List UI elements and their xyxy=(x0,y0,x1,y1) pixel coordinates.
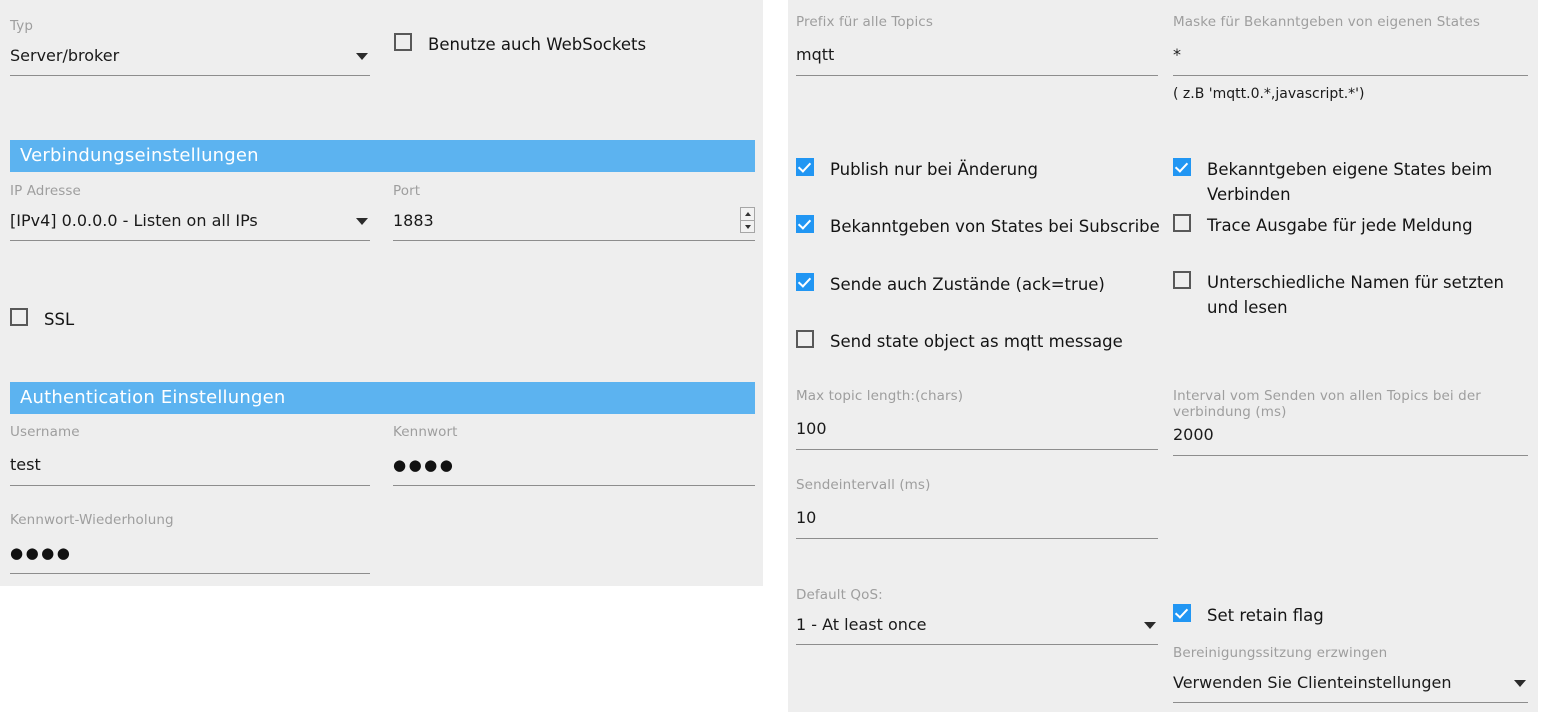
port-stepper-down[interactable] xyxy=(741,221,754,233)
password-repeat-underline xyxy=(10,573,370,574)
checkbox-use-websockets[interactable]: Benutze auch WebSockets xyxy=(394,32,724,57)
topic-prefix-input[interactable]: Prefix für alle Topics mqtt xyxy=(796,14,1158,76)
ip-address-underline xyxy=(10,240,370,241)
checkbox-send-state-object[interactable]: Send state object as mqtt message xyxy=(796,329,1156,354)
checkbox-label-publish-own-states-on-connect: Bekanntgeben eigene States beim Verbinde… xyxy=(1207,160,1493,204)
connect-send-interval-label: Interval vom Senden von allen Topics bei… xyxy=(1173,388,1481,420)
states-mask-hint: ( z.B 'mqtt.0.*,javascript.*') xyxy=(1173,86,1365,102)
checkbox-box-publish-states-on-subscribe[interactable] xyxy=(796,215,814,233)
states-mask-input[interactable]: Maske für Bekanntgeben von eigenen State… xyxy=(1173,14,1538,103)
checkbox-box-use-websockets[interactable] xyxy=(394,33,412,51)
password-repeat-input[interactable]: Kennwort-Wiederholung ●●●● xyxy=(10,512,370,574)
topic-prefix-underline xyxy=(796,75,1158,76)
max-topic-length-value: 100 xyxy=(796,419,827,438)
left-settings-panel: Typ Server/broker Benutze auch WebSocket… xyxy=(0,0,763,586)
max-topic-length-underline xyxy=(796,449,1158,450)
checkbox-trace-output[interactable]: Trace Ausgabe für jede Meldung xyxy=(1173,213,1533,238)
port-value: 1883 xyxy=(393,211,434,230)
type-select-label: Typ xyxy=(10,18,34,34)
checkbox-publish-on-change[interactable]: Publish nur bei Änderung xyxy=(796,157,1156,182)
default-qos-select[interactable]: Default QoS: 1 - At least once xyxy=(796,587,1158,645)
clean-session-value: Verwenden Sie Clienteinstellungen xyxy=(1173,673,1452,692)
default-qos-underline xyxy=(796,644,1158,645)
checkbox-label-send-state-object: Send state object as mqtt message xyxy=(830,332,1123,351)
checkbox-box-ssl[interactable] xyxy=(10,308,28,326)
type-select-value: Server/broker xyxy=(10,46,120,65)
port-label: Port xyxy=(393,183,421,199)
username-label: Username xyxy=(10,424,80,440)
chevron-down-icon[interactable] xyxy=(1514,680,1526,687)
checkbox-label-trace-output: Trace Ausgabe für jede Meldung xyxy=(1207,216,1473,235)
checkbox-box-different-names[interactable] xyxy=(1173,271,1191,289)
settings-page: Typ Server/broker Benutze auch WebSocket… xyxy=(0,0,1546,712)
checkbox-label-publish-on-change: Publish nur bei Änderung xyxy=(830,160,1038,179)
topic-prefix-label: Prefix für alle Topics xyxy=(796,14,933,30)
checkbox-box-publish-on-change[interactable] xyxy=(796,158,814,176)
checkbox-different-names[interactable]: Unterschiedliche Namen für setzten und l… xyxy=(1173,270,1538,320)
port-input[interactable]: Port 1883 xyxy=(393,183,755,241)
checkbox-label-set-retain-flag: Set retain flag xyxy=(1207,606,1324,625)
topic-prefix-value: mqtt xyxy=(796,45,835,64)
chevron-down-icon[interactable] xyxy=(1144,622,1156,629)
password-input[interactable]: Kennwort ●●●● xyxy=(393,424,755,486)
clean-session-select[interactable]: Bereinigungssitzung erzwingen Verwenden … xyxy=(1173,645,1538,703)
checkbox-publish-states-on-subscribe[interactable]: Bekanntgeben von States bei Subscribe xyxy=(796,214,1160,239)
checkbox-label-send-ack-states: Sende auch Zustände (ack=true) xyxy=(830,275,1105,294)
checkbox-publish-own-states-on-connect[interactable]: Bekanntgeben eigene States beim Verbinde… xyxy=(1173,157,1533,207)
type-select[interactable]: Typ Server/broker xyxy=(10,18,370,76)
password-underline xyxy=(393,485,755,486)
port-underline xyxy=(393,240,755,241)
port-stepper-up[interactable] xyxy=(741,208,754,221)
states-mask-underline xyxy=(1173,75,1528,76)
ip-address-select[interactable]: IP Adresse [IPv4] 0.0.0.0 - Listen on al… xyxy=(10,183,370,241)
password-label: Kennwort xyxy=(393,424,458,440)
checkbox-box-send-state-object[interactable] xyxy=(796,330,814,348)
username-input[interactable]: Username test xyxy=(10,424,370,486)
checkbox-send-ack-states[interactable]: Sende auch Zustände (ack=true) xyxy=(796,272,1156,297)
max-topic-length-input[interactable]: Max topic length:(chars) 100 xyxy=(796,388,1158,450)
checkbox-box-set-retain-flag[interactable] xyxy=(1173,604,1191,622)
caret-up-icon xyxy=(744,212,751,216)
checkbox-label-ssl: SSL xyxy=(44,310,75,329)
checkbox-set-retain-flag[interactable]: Set retain flag xyxy=(1173,603,1533,628)
checkbox-label-different-names: Unterschiedliche Namen für setzten und l… xyxy=(1207,273,1504,317)
password-repeat-label: Kennwort-Wiederholung xyxy=(10,512,174,528)
send-interval-label: Sendeintervall (ms) xyxy=(796,477,931,493)
default-qos-label: Default QoS: xyxy=(796,587,883,603)
connect-send-interval-underline xyxy=(1173,455,1528,456)
ip-address-value: [IPv4] 0.0.0.0 - Listen on all IPs xyxy=(10,211,258,230)
max-topic-length-label: Max topic length:(chars) xyxy=(796,388,964,404)
checkbox-label-publish-states-on-subscribe: Bekanntgeben von States bei Subscribe xyxy=(830,217,1160,236)
checkbox-label-use-websockets: Benutze auch WebSockets xyxy=(428,35,647,54)
username-value: test xyxy=(10,455,41,474)
checkbox-box-send-ack-states[interactable] xyxy=(796,273,814,291)
checkbox-box-trace-output[interactable] xyxy=(1173,214,1191,232)
send-interval-underline xyxy=(796,538,1158,539)
right-settings-panel: Prefix für alle Topics mqtt Maske für Be… xyxy=(788,0,1538,712)
caret-down-icon xyxy=(744,225,751,229)
connect-send-interval-value: 2000 xyxy=(1173,425,1214,444)
clean-session-label: Bereinigungssitzung erzwingen xyxy=(1173,645,1388,661)
password-repeat-value: ●●●● xyxy=(10,544,73,562)
type-select-underline xyxy=(10,75,370,76)
section-header-authentication: Authentication Einstellungen xyxy=(10,382,755,414)
chevron-down-icon[interactable] xyxy=(356,218,368,225)
default-qos-value: 1 - At least once xyxy=(796,615,927,634)
chevron-down-icon[interactable] xyxy=(356,53,368,60)
states-mask-label: Maske für Bekanntgeben von eigenen State… xyxy=(1173,14,1481,30)
states-mask-value: * xyxy=(1173,45,1181,64)
ip-address-label: IP Adresse xyxy=(10,183,81,199)
connect-send-interval-input[interactable]: Interval vom Senden von allen Topics bei… xyxy=(1173,388,1538,456)
username-underline xyxy=(10,485,370,486)
section-header-connection: Verbindungseinstellungen xyxy=(10,140,755,172)
port-stepper[interactable] xyxy=(740,207,755,233)
password-value: ●●●● xyxy=(393,456,456,474)
checkbox-box-publish-own-states-on-connect[interactable] xyxy=(1173,158,1191,176)
send-interval-value: 10 xyxy=(796,508,817,527)
clean-session-underline xyxy=(1173,702,1528,703)
send-interval-input[interactable]: Sendeintervall (ms) 10 xyxy=(796,477,1158,539)
checkbox-ssl[interactable]: SSL xyxy=(10,307,210,332)
